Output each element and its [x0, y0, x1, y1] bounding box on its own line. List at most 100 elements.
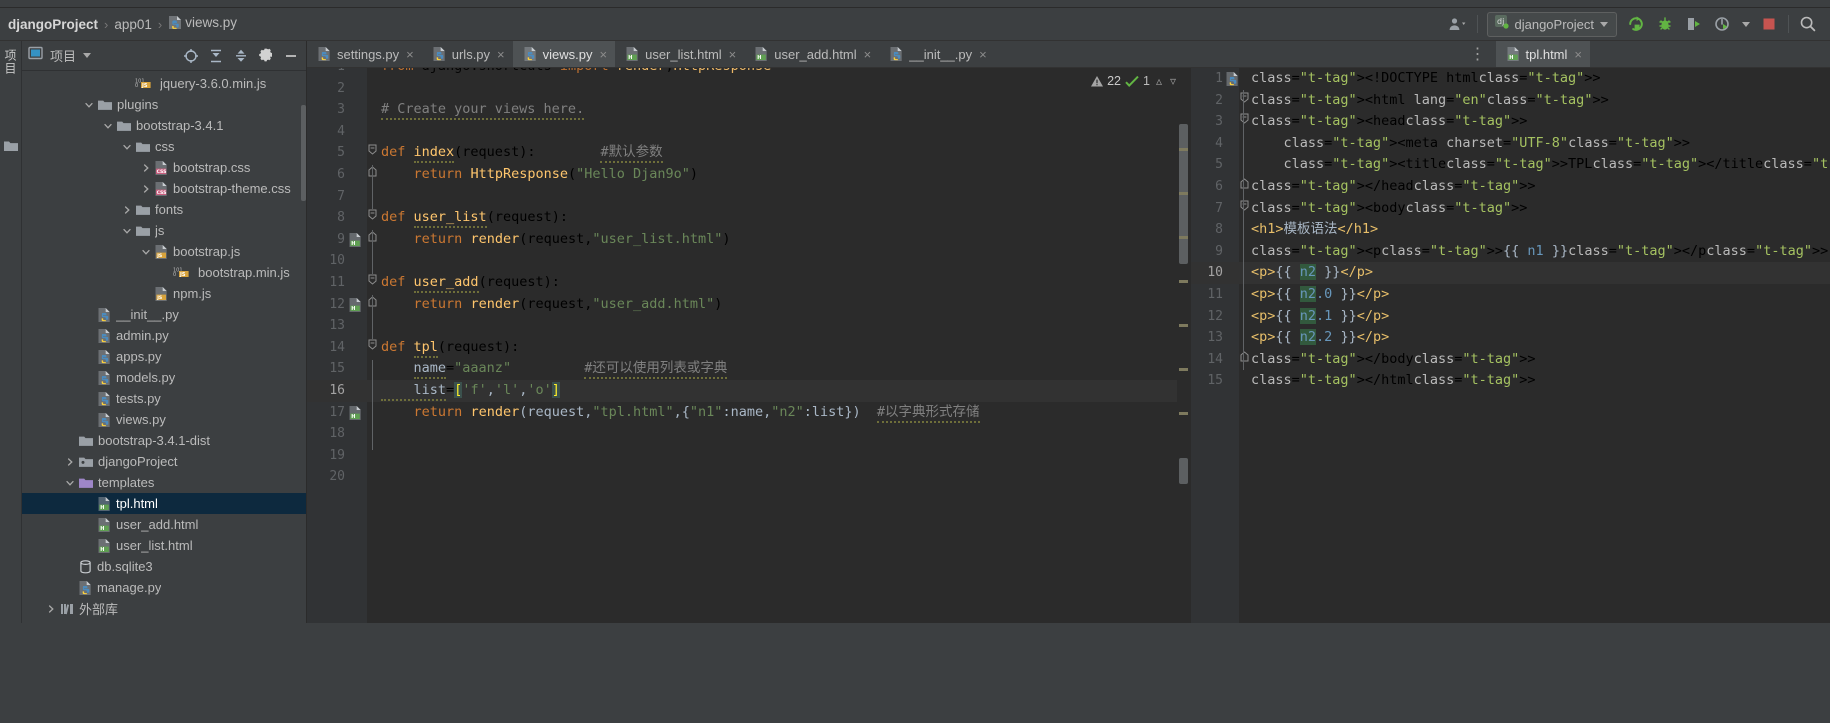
chevron-down-icon[interactable] — [64, 477, 76, 489]
editor-tab-urls-py[interactable]: urls.py × — [422, 41, 513, 67]
tree-item-css[interactable]: css — [22, 136, 306, 157]
chevron-down-icon[interactable] — [102, 120, 114, 132]
chevron-right-icon[interactable] — [45, 603, 57, 615]
tree-item-js[interactable]: js — [22, 220, 306, 241]
chevron-down-icon[interactable]: ▿ — [1168, 74, 1178, 88]
chevron-down-icon[interactable] — [121, 225, 133, 237]
code-line[interactable]: 9H return render(request,"user_list.html… — [307, 229, 1190, 251]
expand-all-icon[interactable] — [207, 47, 225, 65]
code-line[interactable]: 11 <p>{{ n2.0 }}</p> — [1191, 284, 1830, 306]
inspection-widget[interactable]: 22 1 ▵ ▿ — [1090, 70, 1178, 92]
tree-item-bootstrap-js[interactable]: JS bootstrap.js — [22, 241, 306, 262]
code-line[interactable]: 13 — [307, 315, 1190, 337]
close-icon[interactable]: × — [1574, 47, 1582, 62]
chevron-down-icon[interactable] — [140, 246, 152, 258]
code-fold-end-icon[interactable] — [1239, 349, 1250, 371]
warning-triangle-icon[interactable]: 22 — [1090, 74, 1121, 88]
code-content-views-py[interactable]: 1 from django.shortcuts import render,Htt… — [307, 68, 1190, 623]
tree-item-admin-py[interactable]: admin.py — [22, 325, 306, 346]
breadcrumb-item-file[interactable]: views.py — [168, 15, 237, 33]
user-profile-icon[interactable] — [1448, 12, 1468, 36]
run-button[interactable] — [1626, 12, 1646, 36]
code-line[interactable]: 8 def user_list(request): — [307, 207, 1190, 229]
tree-item-bootstrap-3-4-1[interactable]: bootstrap-3.4.1 — [22, 115, 306, 136]
tree-item-manage-py[interactable]: manage.py — [22, 577, 306, 598]
code-line[interactable]: 3 # Create your views here. — [307, 99, 1190, 121]
close-icon[interactable]: × — [729, 47, 737, 62]
tree-item-apps-py[interactable]: apps.py — [22, 346, 306, 367]
editor-tab-user-list-html[interactable]: Huser_list.html × — [615, 41, 744, 67]
close-icon[interactable]: × — [864, 47, 872, 62]
project-file-tree[interactable]: 101 0 JS jquery-3.6.0.min.js plugins bootstra… — [22, 71, 306, 623]
code-line[interactable]: 5 class="t-tag"><titleclass="t-tag">>TPL… — [1191, 154, 1830, 176]
debug-bug-icon[interactable] — [1655, 12, 1675, 36]
chevron-right-icon[interactable] — [121, 204, 133, 216]
run-configuration-selector[interactable]: dj djangoProject — [1486, 11, 1617, 37]
editor-pane-views-py[interactable]: 22 1 ▵ ▿ 1 from django.shortcuts import r… — [307, 68, 1190, 623]
chevron-right-icon[interactable] — [140, 183, 152, 195]
close-icon[interactable]: × — [979, 47, 987, 62]
code-fold-minus-icon[interactable] — [367, 142, 378, 164]
editor-scrollbar-left[interactable] — [1177, 68, 1190, 623]
code-line[interactable]: 20 — [307, 466, 1190, 488]
chevron-down-icon[interactable] — [83, 53, 92, 58]
tree-item-bootstrap-theme-css[interactable]: CSS bootstrap-theme.css — [22, 178, 306, 199]
code-line[interactable]: 7 — [307, 186, 1190, 208]
tree-item--[interactable]: 外部库 — [22, 598, 306, 619]
code-line[interactable]: 13 <p>{{ n2.2 }}</p> — [1191, 327, 1830, 349]
code-line[interactable]: 10 — [307, 250, 1190, 272]
search-icon[interactable] — [1798, 12, 1818, 36]
code-line[interactable]: 12 <p>{{ n2.1 }}</p> — [1191, 306, 1830, 328]
tree-item-fonts[interactable]: fonts — [22, 199, 306, 220]
tree-item-db-sqlite3[interactable]: db.sqlite3 — [22, 556, 306, 577]
editor-pane-tpl-html[interactable]: 1 class="t-tag"><!DOCTYPE htmlclass="t-ta… — [1191, 68, 1830, 623]
code-line[interactable]: 1 from django.shortcuts import render,Htt… — [307, 68, 1190, 78]
tree-item-bootstrap-css[interactable]: CSS bootstrap.css — [22, 157, 306, 178]
code-line[interactable]: 9 class="t-tag"><pclass="t-tag">>{{ n1 }}… — [1191, 241, 1830, 263]
code-fold-minus-icon[interactable] — [367, 207, 378, 229]
code-fold-minus-icon[interactable] — [1239, 90, 1250, 112]
code-line[interactable]: 3 class="t-tag"><headclass="t-tag">> — [1191, 111, 1830, 133]
code-line[interactable]: 15 name="aaanz" #还可以使用列表或字典 — [307, 358, 1190, 380]
chevron-right-icon[interactable] — [140, 162, 152, 174]
chevron-down-icon[interactable] — [121, 141, 133, 153]
code-line[interactable]: 16 list=['f','l','o'] — [307, 379, 1190, 402]
tree-item-templates[interactable]: templates — [22, 472, 306, 493]
editor-tab-views-py[interactable]: views.py × — [512, 41, 616, 67]
code-line[interactable]: 19 — [307, 445, 1190, 467]
chevron-down-icon[interactable] — [83, 99, 95, 111]
tree-item-bootstrap-min-js[interactable]: 101 0 JS bootstrap.min.js — [22, 262, 306, 283]
tree-item-user-list-html[interactable]: Huser_list.html — [22, 535, 306, 556]
crosshair-icon[interactable] — [182, 47, 200, 65]
code-line[interactable]: 8 <h1>模板语法</h1> — [1191, 219, 1830, 241]
project-tool-icon[interactable] — [3, 139, 19, 158]
editor-tab-user-add-html[interactable]: Huser_add.html × — [744, 41, 879, 67]
code-line[interactable]: 7 class="t-tag"><bodyclass="t-tag">> — [1191, 198, 1830, 220]
tree-item-jquery-3-6-0-min-js[interactable]: 101 0 JS jquery-3.6.0.min.js — [22, 73, 306, 94]
code-line[interactable]: 4 class="t-tag"><meta charset="UTF-8"cla… — [1191, 133, 1830, 155]
close-icon[interactable]: × — [600, 47, 608, 62]
code-line[interactable]: 1 class="t-tag"><!DOCTYPE htmlclass="t-ta… — [1191, 68, 1830, 90]
tree-item-models-py[interactable]: models.py — [22, 367, 306, 388]
editor-tab--init-py[interactable]: __init__.py × — [879, 41, 994, 67]
breadcrumb-item-app01[interactable]: app01 — [114, 17, 152, 32]
code-line[interactable]: 10 <p>{{ n2 }}</p> — [1191, 262, 1830, 284]
tree-item-user-add-html[interactable]: Huser_add.html — [22, 514, 306, 535]
sidebar-item-project[interactable]: 项目 — [2, 45, 20, 79]
tree-item--init-py[interactable]: __init__.py — [22, 304, 306, 325]
tree-item-views-py[interactable]: views.py — [22, 409, 306, 430]
tab-overflow-menu[interactable]: ⋮ — [1460, 41, 1496, 67]
code-fold-minus-icon[interactable] — [1239, 111, 1250, 133]
code-line[interactable]: 12 H return render(request,"user_add.html… — [307, 294, 1190, 316]
code-fold-minus-icon[interactable] — [367, 337, 378, 359]
breadcrumb-root[interactable]: djangoProject — [8, 17, 98, 32]
chevron-up-icon[interactable]: ▵ — [1154, 74, 1164, 88]
tree-item-plugins[interactable]: plugins — [22, 94, 306, 115]
tree-item-npm-js[interactable]: JS npm.js — [22, 283, 306, 304]
editor-tab-tpl-html[interactable]: Htpl.html × — [1495, 41, 1590, 67]
gear-icon[interactable] — [257, 47, 275, 65]
tree-item-bootstrap-3-4-1-dist[interactable]: bootstrap-3.4.1-dist — [22, 430, 306, 451]
code-line[interactable]: 17 H return render(request,"tpl.html",{"n… — [307, 402, 1190, 424]
code-line[interactable]: 6 class="t-tag"></headclass="t-tag">> — [1191, 176, 1830, 198]
code-fold-minus-icon[interactable] — [367, 272, 378, 294]
